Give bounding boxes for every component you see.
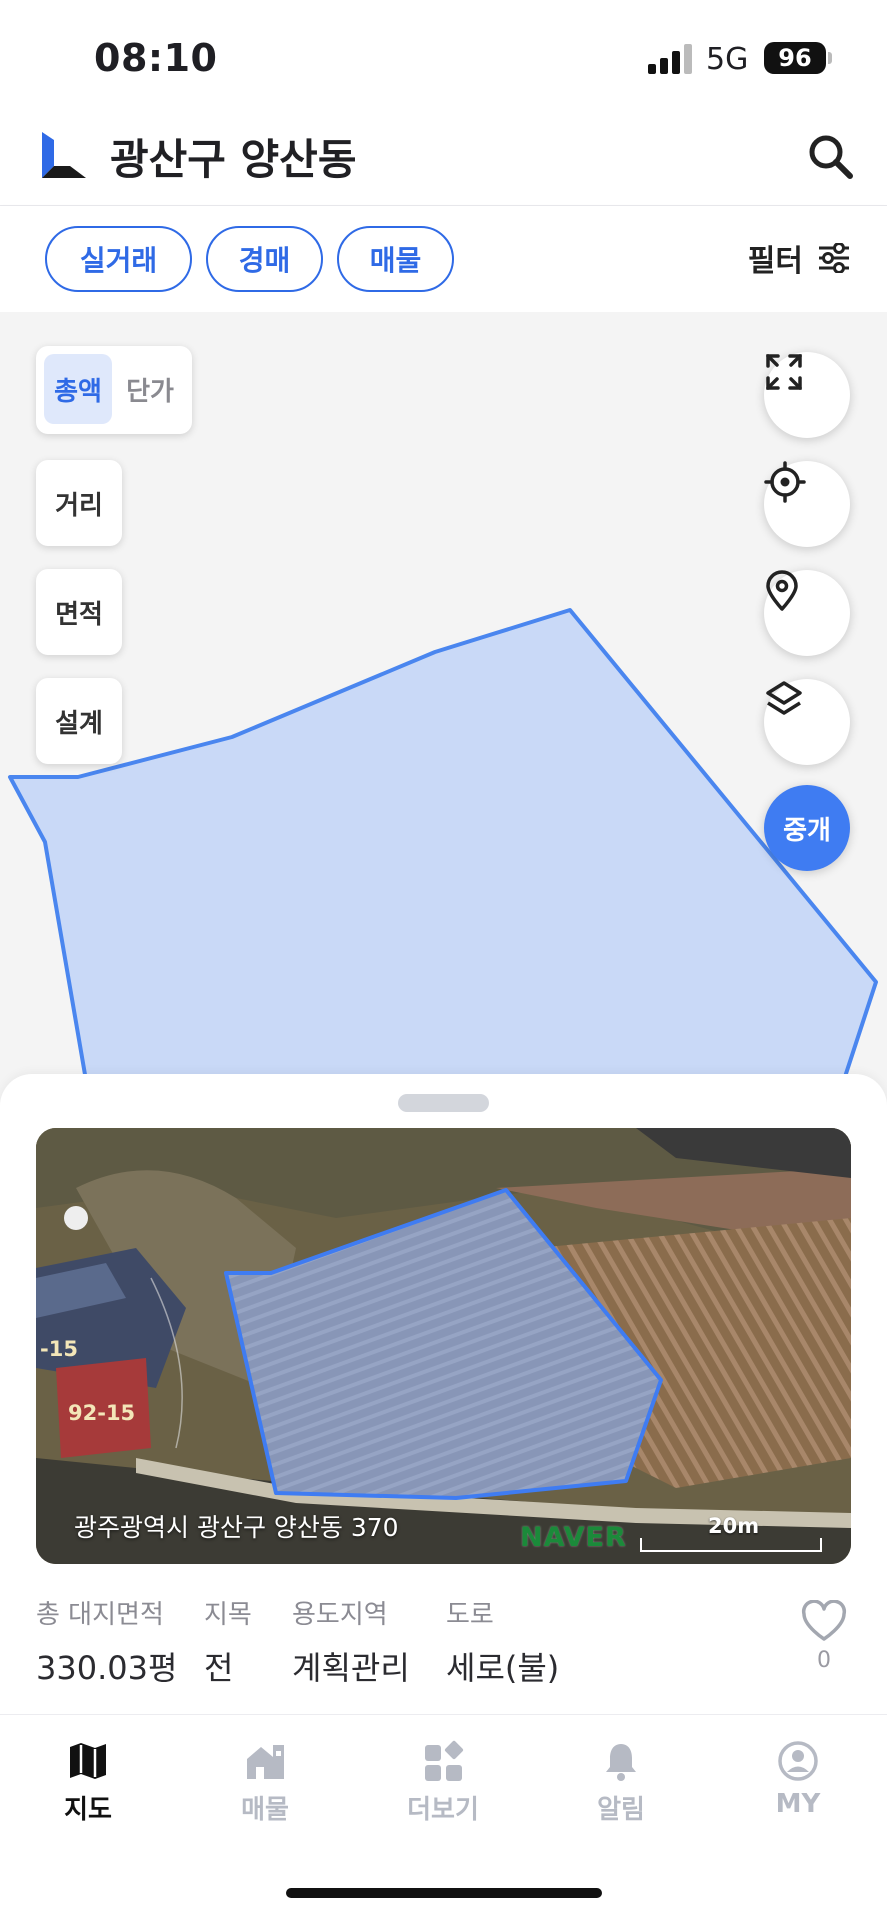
info-label: 총 대지면적: [36, 1600, 164, 1630]
battery-tip: [828, 52, 832, 64]
my-location-button[interactable]: [764, 461, 850, 547]
location-pin-icon: [766, 570, 798, 611]
tab-more[interactable]: 더보기: [383, 1739, 503, 1826]
info-land-category: 지목 전: [204, 1594, 252, 1689]
building-icon: [247, 1745, 284, 1779]
pin-button[interactable]: [764, 570, 850, 656]
tab-label: 더보기: [407, 1795, 479, 1825]
layers-button[interactable]: [764, 679, 850, 765]
broker-button[interactable]: 중개: [764, 785, 850, 871]
parcel-bottom-sheet: -15 92-15 광주광역시 광산구 양산동 370 NAVER 20m 총 …: [0, 1074, 887, 1714]
clock: 08:10: [94, 36, 218, 80]
distance-tool-button[interactable]: 거리: [36, 460, 122, 546]
toggle-total-price[interactable]: 총액: [44, 354, 112, 424]
location-title[interactable]: 광산구 양산동: [110, 126, 356, 187]
tab-listings[interactable]: 매물: [205, 1739, 325, 1826]
map-icon: [70, 1743, 106, 1779]
satellite-image: -15 92-15: [36, 1128, 851, 1564]
map-scale-label: 20m: [708, 1514, 760, 1538]
design-tool-button[interactable]: 설계: [36, 678, 122, 764]
neighbor-lot-label: -15: [40, 1337, 78, 1361]
parcel-polygon[interactable]: [8, 608, 878, 1082]
tab-label: MY: [775, 1789, 821, 1819]
info-label: 지목: [204, 1600, 252, 1630]
neighbor-lot-label: 92-15: [68, 1401, 135, 1425]
profile-icon: [778, 1741, 818, 1781]
tab-label: 알림: [597, 1795, 645, 1825]
price-mode-toggle: 총액 단가: [36, 346, 192, 434]
expand-map-button[interactable]: [764, 352, 850, 438]
tab-label: 지도: [64, 1795, 112, 1825]
favorite-heart-icon[interactable]: [800, 1600, 848, 1642]
favorite-count: 0: [817, 1648, 831, 1673]
search-icon[interactable]: [806, 132, 856, 182]
network-type: 5G: [706, 42, 749, 77]
expand-icon: [766, 354, 802, 390]
cellular-signal-icon: [648, 44, 692, 74]
toggle-unit-price[interactable]: 단가: [116, 354, 184, 424]
parcel-address: 광주광역시 광산구 양산동 370: [74, 1513, 399, 1542]
chip-listings[interactable]: 매물: [337, 226, 454, 292]
map-brand-logo: NAVER: [520, 1522, 627, 1553]
info-value: 전: [204, 1649, 234, 1687]
tab-map[interactable]: 지도: [28, 1739, 148, 1826]
info-value: 330.03평: [36, 1649, 178, 1687]
app-logo-icon: [42, 132, 86, 178]
chip-auction[interactable]: 경매: [206, 226, 323, 292]
map-view[interactable]: 총액 단가 거리 면적 설계 중개: [0, 312, 887, 1082]
category-chip-bar: 실거래 경매 매물 필터: [0, 206, 887, 312]
tab-notifications[interactable]: 알림: [561, 1739, 681, 1826]
tab-label: 매물: [241, 1795, 289, 1825]
home-indicator[interactable]: [286, 1888, 602, 1898]
info-road: 도로 세로(불): [446, 1594, 559, 1689]
chip-real-transactions[interactable]: 실거래: [45, 226, 192, 292]
filter-sliders-icon: [819, 243, 849, 273]
status-bar: 08:10 5G 96: [0, 0, 887, 118]
battery-indicator: 96: [764, 42, 826, 74]
tab-my[interactable]: MY: [738, 1739, 858, 1819]
info-value: 계획관리: [292, 1649, 410, 1687]
layers-icon: [766, 681, 802, 715]
map-scale-bar: [640, 1538, 822, 1552]
filter-label: 필터: [747, 244, 803, 279]
crosshair-icon: [764, 461, 806, 503]
area-tool-button[interactable]: 면적: [36, 569, 122, 655]
bell-icon: [606, 1744, 636, 1781]
satellite-preview[interactable]: -15 92-15 광주광역시 광산구 양산동 370 NAVER 20m: [36, 1128, 851, 1564]
info-zoning: 용도지역 계획관리: [292, 1594, 410, 1689]
app-header: 광산구 양산동: [0, 118, 887, 206]
info-label: 도로: [446, 1600, 494, 1630]
grid-more-icon: [425, 1740, 464, 1781]
info-total-area: 총 대지면적 330.03평: [36, 1594, 177, 1689]
filter-button[interactable]: 필터: [748, 236, 851, 280]
info-label: 용도지역: [292, 1600, 388, 1630]
sheet-drag-handle[interactable]: [398, 1094, 489, 1112]
info-value: 세로(불): [446, 1649, 560, 1687]
